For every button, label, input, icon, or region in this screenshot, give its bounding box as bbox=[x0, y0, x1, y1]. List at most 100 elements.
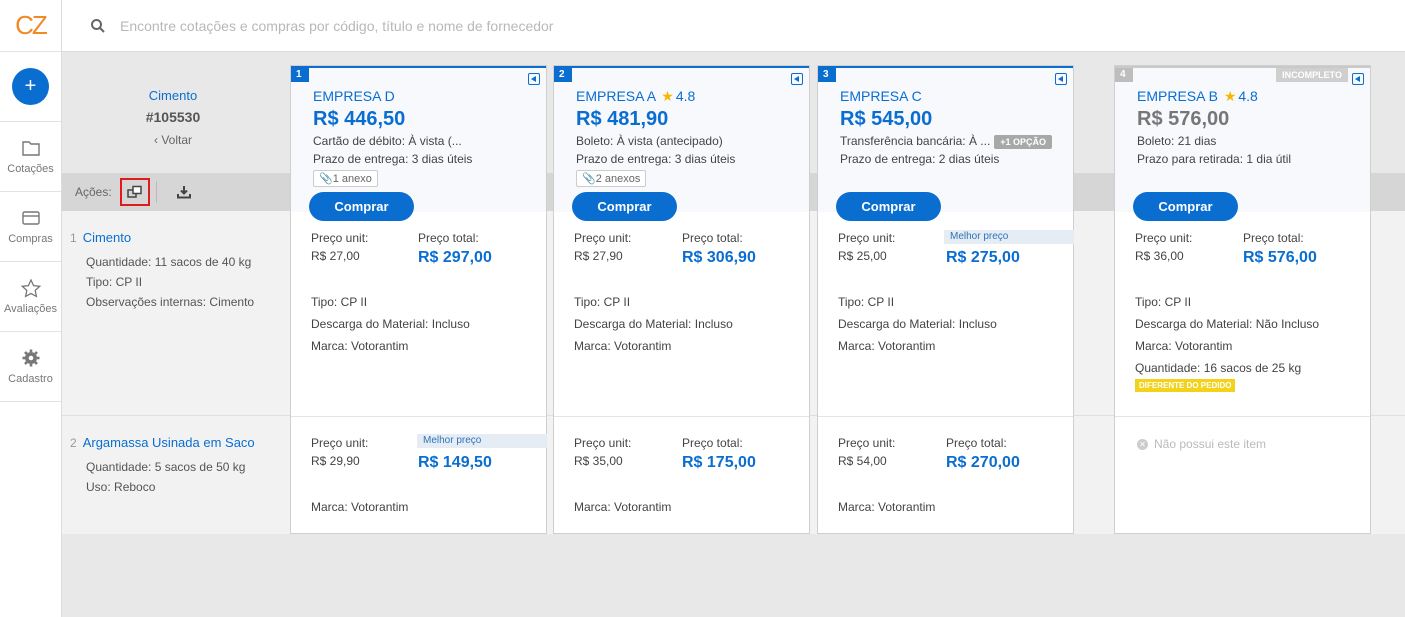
card-item-1: Preço unit: R$ 36,00 Preço total: R$ 576… bbox=[1115, 214, 1370, 416]
card-total-price: R$ 576,00 bbox=[1137, 108, 1230, 130]
card-header: 2 EMPRESA A ★ 4.8 R$ 481,90 Boleto: À vis… bbox=[554, 66, 809, 212]
card-item-1: Melhor preço Preço unit: R$ 25,00 R$ 275… bbox=[818, 214, 1074, 416]
spec-type: Tipo: CP II bbox=[838, 295, 895, 309]
buy-button[interactable]: Comprar bbox=[1133, 192, 1238, 221]
supplier-card-2: 2 EMPRESA A ★ 4.8 R$ 481,90 Boleto: À vis… bbox=[553, 65, 810, 534]
spec-brand: Marca: Votorantim bbox=[1135, 339, 1233, 353]
card-header: 4 INCOMPLETO EMPRESA B ★ 4.8 R$ 576,00 Bo… bbox=[1115, 66, 1370, 212]
rating-value: 4.8 bbox=[1238, 88, 1258, 104]
close-circle-icon: ✕ bbox=[1137, 438, 1148, 450]
card-header: 3 EMPRESA C R$ 545,00 Transferência banc… bbox=[818, 66, 1073, 212]
supplier-card-4: 4 INCOMPLETO EMPRESA B ★ 4.8 R$ 576,00 Bo… bbox=[1114, 65, 1371, 534]
unit-price-label: Preço unit: bbox=[574, 436, 632, 450]
spec-discharge: Descarga do Material: Incluso bbox=[574, 317, 733, 331]
payment-terms: Transferência bancária: À ... +1 OPÇÃO bbox=[840, 134, 1053, 149]
quote-header: Cimento #105530 ‹ Voltar bbox=[62, 53, 284, 173]
item-field-label: Uso: bbox=[86, 480, 111, 494]
total-price-label: Preço total: bbox=[946, 436, 1007, 450]
spec-quantity: Quantidade: 16 sacos de 25 kg bbox=[1135, 361, 1302, 375]
item-name[interactable]: Argamassa Usinada em Saco bbox=[83, 435, 255, 450]
no-item-notice: ✕ Não possui este item bbox=[1137, 437, 1266, 451]
card-rank-badge: 2 bbox=[554, 68, 572, 82]
item-field-value: Reboco bbox=[114, 480, 156, 494]
compare-button[interactable] bbox=[119, 178, 150, 206]
card-total-price: R$ 545,00 bbox=[840, 108, 933, 130]
sidebar-item-compras[interactable]: Compras bbox=[0, 192, 61, 262]
total-price-label: Preço total: bbox=[1243, 231, 1304, 245]
attachment-chip[interactable]: 📎1 anexo bbox=[313, 170, 378, 187]
gear-icon bbox=[21, 348, 41, 368]
spec-brand: Marca: Votorantim bbox=[311, 339, 409, 353]
item-number: 1 bbox=[70, 231, 77, 245]
item-field-value: CP II bbox=[115, 275, 143, 289]
spec-brand: Marca: Votorantim bbox=[838, 339, 936, 353]
card-header: 1 EMPRESA D R$ 446,50 Cartão de débito: … bbox=[291, 66, 546, 212]
company-name[interactable]: EMPRESA C bbox=[840, 88, 922, 104]
collapse-icon[interactable] bbox=[1055, 73, 1067, 85]
card-item-2: ✕ Não possui este item bbox=[1115, 416, 1370, 533]
card-rank-badge: 4 bbox=[1115, 68, 1133, 82]
unit-price-value: R$ 29,90 bbox=[311, 454, 360, 468]
sidebar-item-label: Cadastro bbox=[8, 373, 53, 385]
item-number: 2 bbox=[70, 436, 77, 450]
attachment-chip[interactable]: 📎2 anexos bbox=[576, 170, 647, 187]
app-logo[interactable]: CZ bbox=[0, 0, 61, 52]
spec-brand: Marca: Votorantim bbox=[838, 500, 936, 514]
sidebar-item-label: Cotações bbox=[7, 163, 54, 175]
search-input[interactable] bbox=[120, 17, 820, 34]
spec-brand: Marca: Votorantim bbox=[574, 339, 672, 353]
spec-brand: Marca: Votorantim bbox=[574, 500, 672, 514]
incomplete-badge: INCOMPLETO bbox=[1276, 68, 1348, 82]
unit-price-label: Preço unit: bbox=[574, 231, 632, 245]
search-icon bbox=[90, 18, 106, 34]
payment-terms: Boleto: À vista (antecipado) bbox=[576, 134, 723, 148]
sidebar-item-label: Avaliações bbox=[4, 303, 57, 315]
total-price-value: R$ 149,50 bbox=[418, 454, 492, 471]
total-price-value: R$ 175,00 bbox=[682, 454, 756, 471]
item-field-label: Quantidade: bbox=[86, 255, 152, 269]
rating-value: 4.8 bbox=[675, 88, 696, 104]
spec-type: Tipo: CP II bbox=[311, 295, 368, 309]
collapse-icon[interactable] bbox=[791, 73, 803, 85]
top-bar bbox=[62, 0, 1405, 52]
company-name[interactable]: EMPRESA B ★ 4.8 bbox=[1137, 88, 1258, 105]
quote-title: Cimento bbox=[148, 87, 198, 103]
company-name[interactable]: EMPRESA D bbox=[313, 88, 395, 104]
download-icon bbox=[176, 186, 191, 199]
spec-discharge: Descarga do Material: Incluso bbox=[838, 317, 997, 331]
card-total-price: R$ 446,50 bbox=[313, 108, 406, 130]
buy-button[interactable]: Comprar bbox=[572, 192, 677, 221]
back-link[interactable]: ‹ Voltar bbox=[154, 133, 192, 147]
company-name[interactable]: EMPRESA A ★ 4.8 bbox=[576, 88, 695, 105]
quote-id: #105530 bbox=[145, 108, 201, 125]
item-field-label: Observações internas: bbox=[86, 295, 207, 309]
supplier-card-3: 3 EMPRESA C R$ 545,00 Transferência banc… bbox=[817, 65, 1074, 534]
card-item-2: Melhor preço Preço unit: R$ 29,90 R$ 149… bbox=[291, 416, 547, 533]
total-price-value: R$ 275,00 bbox=[946, 249, 1020, 266]
spec-type: Tipo: CP II bbox=[574, 295, 631, 309]
item-field-label: Quantidade: bbox=[86, 460, 152, 474]
download-button[interactable] bbox=[169, 178, 199, 206]
delivery-terms: Prazo para retirada: 1 dia útil bbox=[1137, 152, 1292, 166]
collapse-icon[interactable] bbox=[528, 73, 540, 85]
actions-label: Ações: bbox=[75, 185, 112, 199]
collapse-icon[interactable] bbox=[1352, 73, 1364, 85]
extra-option-tag[interactable]: +1 OPÇÃO bbox=[994, 135, 1053, 149]
buy-button[interactable]: Comprar bbox=[836, 192, 941, 221]
unit-price-label: Preço unit: bbox=[311, 436, 369, 450]
total-price-value: R$ 270,00 bbox=[946, 454, 1020, 471]
total-price-value: R$ 576,00 bbox=[1243, 249, 1317, 266]
sidebar-item-cotacoes[interactable]: Cotações bbox=[0, 122, 61, 192]
sidebar-item-avaliacoes[interactable]: Avaliações bbox=[0, 262, 61, 332]
star-icon: ★ bbox=[661, 88, 674, 104]
unit-price-value: R$ 36,00 bbox=[1135, 249, 1184, 263]
item-name[interactable]: Cimento bbox=[83, 230, 131, 245]
unit-price-value: R$ 27,00 bbox=[311, 249, 360, 263]
delivery-terms: Prazo de entrega: 2 dias úteis bbox=[840, 152, 1000, 166]
item-1-info: 1 Cimento Quantidade: 11 sacos de 40 kg T… bbox=[70, 230, 254, 309]
payment-terms: Cartão de débito: À vista (... bbox=[313, 134, 462, 148]
buy-button[interactable]: Comprar bbox=[309, 192, 414, 221]
sidebar-item-cadastro[interactable]: Cadastro bbox=[0, 332, 61, 402]
add-button[interactable]: + bbox=[12, 68, 49, 105]
card-icon bbox=[21, 208, 41, 228]
